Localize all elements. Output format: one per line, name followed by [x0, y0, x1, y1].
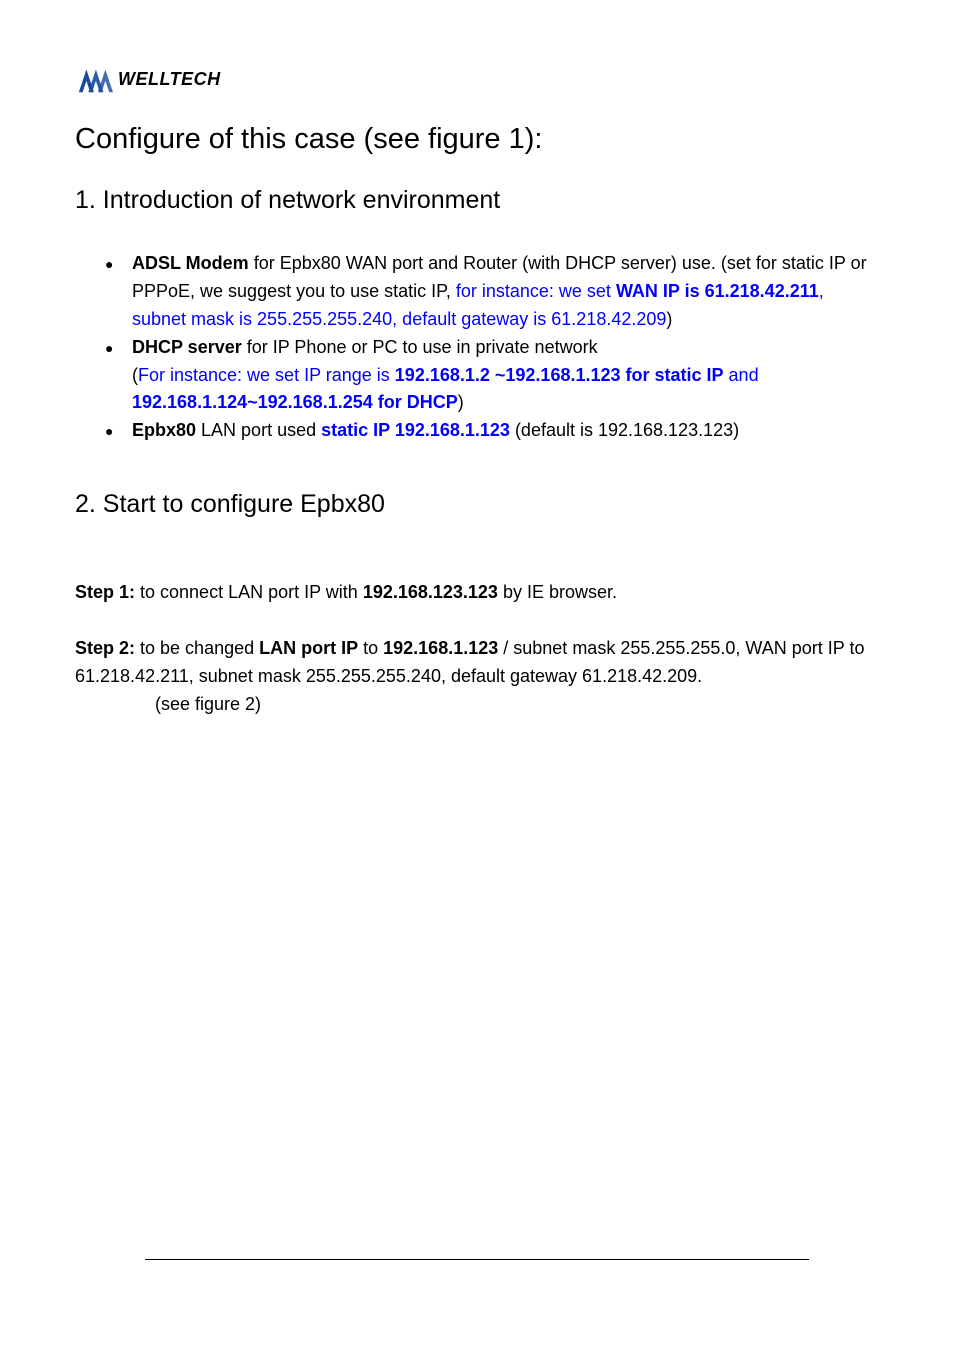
bullet-prefix: DHCP server	[132, 337, 242, 357]
bullet-epbx80-lan: Epbx80 LAN port used static IP 192.168.1…	[110, 417, 879, 445]
bullet-prefix: Epbx80	[132, 420, 196, 440]
brand-logo: WELLTECH	[75, 60, 879, 98]
step-2-figure-ref: (see figure 2)	[75, 691, 879, 719]
bullet-dhcp-server: DHCP server for IP Phone or PC to use in…	[110, 334, 879, 418]
bullet-prefix: ADSL Modem	[132, 253, 249, 273]
step-2: Step 2: to be changed LAN port IP to 192…	[75, 635, 879, 719]
step-label: Step 2:	[75, 638, 135, 658]
logo-icon	[75, 60, 113, 98]
intro-bullet-list: ADSL Modem for Epbx80 WAN port and Route…	[75, 250, 879, 445]
step-1: Step 1: to connect LAN port IP with 192.…	[75, 579, 879, 607]
bullet-adsl-modem: ADSL Modem for Epbx80 WAN port and Route…	[110, 250, 879, 334]
section-2-heading: 2. Start to configure Epbx80	[75, 490, 879, 519]
page-title: Configure of this case (see figure 1):	[75, 123, 879, 156]
section-1-heading: 1. Introduction of network environment	[75, 186, 879, 215]
brand-name: WELLTECH	[118, 69, 221, 90]
step-label: Step 1:	[75, 582, 135, 602]
footer-divider	[145, 1259, 809, 1260]
